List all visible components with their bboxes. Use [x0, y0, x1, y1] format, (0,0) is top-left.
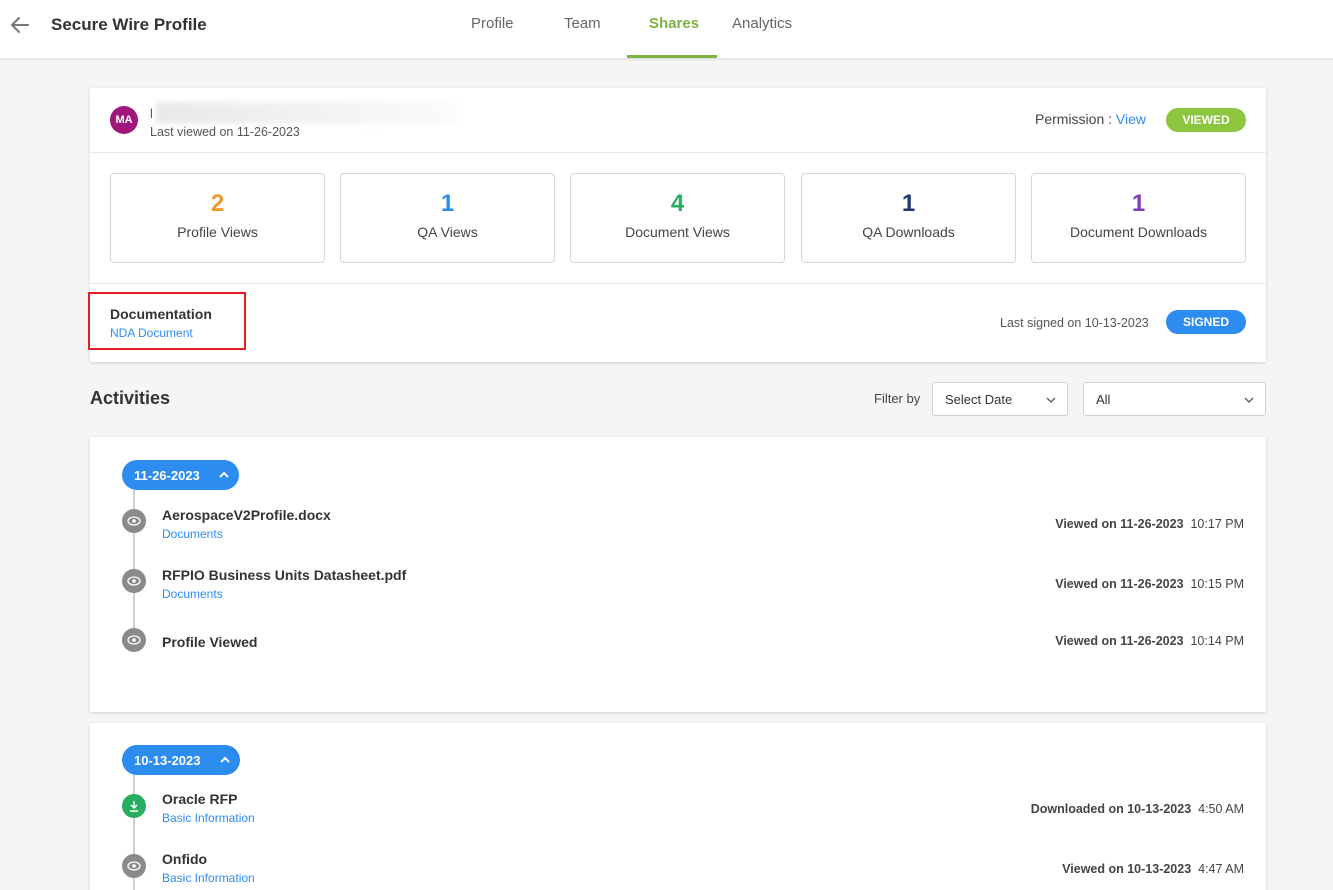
activity-item-title: Oracle RFP: [162, 791, 238, 807]
stat-label: QA Downloads: [862, 224, 955, 240]
date-group-label: 11-26-2023: [134, 468, 200, 483]
filter-label: Filter by: [874, 391, 921, 406]
chevron-down-icon: [1244, 397, 1254, 404]
activity-action: Viewed on 11-26-2023: [1055, 634, 1184, 648]
stat-document-views: 4 Document Views: [570, 173, 785, 263]
type-filter-value: All: [1096, 392, 1111, 407]
stat-label: Profile Views: [177, 224, 258, 240]
stat-document-downloads: 1 Document Downloads: [1031, 173, 1246, 263]
activity-item-category[interactable]: Documents: [162, 587, 223, 601]
activity-item-time: Downloaded on 10-13-2023 4:50 AM: [1031, 802, 1244, 816]
activities-heading: Activities: [90, 388, 171, 408]
activity-item-time: Viewed on 10-13-2023 4:47 AM: [1062, 862, 1244, 876]
chevron-up-icon: [220, 756, 230, 763]
activity-time: 4:47 AM: [1198, 862, 1244, 876]
tab-analytics[interactable]: Analytics: [732, 15, 792, 32]
chevron-down-icon: [1046, 397, 1056, 404]
permission: Permission : View: [1035, 111, 1146, 127]
chevron-up-icon: [219, 471, 229, 478]
activity-item-time: Viewed on 11-26-2023 10:15 PM: [1055, 577, 1244, 591]
stat-value: 1: [440, 190, 455, 217]
last-viewed-text: Last viewed on 11-26-2023: [150, 125, 300, 139]
tab-team[interactable]: Team: [564, 15, 601, 32]
last-signed-text: Last signed on 10-13-2023: [1000, 316, 1149, 330]
date-group-toggle[interactable]: 10-13-2023: [122, 745, 240, 775]
viewed-status-badge: VIEWED: [1166, 108, 1246, 132]
top-bar: Secure Wire Profile Profile Team Shares …: [0, 0, 1333, 58]
stat-qa-downloads: 1 QA Downloads: [801, 173, 1016, 263]
permission-label: Permission :: [1035, 111, 1113, 127]
stat-value: 4: [670, 190, 685, 217]
stat-qa-views: 1 QA Views: [340, 173, 555, 263]
active-tab-indicator: [627, 55, 717, 58]
divider: [90, 283, 1266, 284]
activity-item-title: Onfido: [162, 851, 208, 867]
documentation-title: Documentation: [110, 306, 212, 322]
date-filter-value: Select Date: [945, 392, 1013, 407]
activity-time: 10:14 PM: [1190, 634, 1244, 648]
eye-icon: [122, 854, 146, 878]
tab-shares[interactable]: Shares: [649, 15, 699, 32]
stat-label: Document Downloads: [1070, 224, 1207, 240]
stat-value: 2: [210, 190, 225, 217]
date-filter-select[interactable]: Select Date: [932, 382, 1068, 416]
nda-document-link[interactable]: NDA Document: [110, 326, 193, 340]
share-summary-card: MA l Last viewed on 11-26-2023 Permissio…: [88, 88, 1266, 362]
stat-value: 1: [1131, 190, 1146, 217]
activity-item-title: RFPIO Business Units Datasheet.pdf: [162, 567, 407, 583]
page-title: Secure Wire Profile: [51, 15, 207, 34]
activity-item-time: Viewed on 11-26-2023 10:17 PM: [1055, 517, 1244, 531]
avatar: MA: [110, 106, 138, 134]
stat-value: 1: [901, 190, 916, 217]
activity-item-category[interactable]: Documents: [162, 527, 223, 541]
stat-label: QA Views: [417, 224, 478, 240]
eye-icon: [122, 509, 146, 533]
activity-action: Viewed on 10-13-2023: [1062, 862, 1192, 876]
activity-action: Downloaded on 10-13-2023: [1030, 802, 1192, 816]
activity-time: 4:50 AM: [1198, 802, 1244, 816]
tab-profile[interactable]: Profile: [471, 15, 514, 32]
date-group-toggle[interactable]: 11-26-2023: [122, 460, 239, 490]
eye-icon: [122, 569, 146, 593]
user-name: l: [150, 106, 153, 121]
signed-status-badge: SIGNED: [1166, 310, 1246, 334]
redacted-name: [156, 102, 456, 124]
download-icon: [122, 794, 146, 818]
type-filter-select[interactable]: All: [1083, 382, 1266, 416]
activity-item-category[interactable]: Basic Information: [162, 871, 255, 885]
permission-link[interactable]: View: [1116, 111, 1146, 127]
activity-group: 10-13-2023 Oracle RFP Basic Information …: [90, 723, 1266, 890]
back-arrow-icon[interactable]: [8, 13, 32, 37]
activity-action: Viewed on 11-26-2023: [1055, 517, 1184, 531]
activity-time: 10:17 PM: [1190, 517, 1244, 531]
activity-action: Viewed on 11-26-2023: [1055, 577, 1184, 591]
date-group-label: 10-13-2023: [134, 753, 201, 768]
divider: [90, 152, 1266, 153]
activity-item-time: Viewed on 11-26-2023 10:14 PM: [1055, 634, 1244, 648]
activity-item-category[interactable]: Basic Information: [162, 811, 255, 825]
activity-time: 10:15 PM: [1190, 577, 1244, 591]
activity-item-title: Profile Viewed: [162, 634, 258, 650]
activity-group: 11-26-2023 AerospaceV2Profile.docx Docum…: [90, 437, 1266, 712]
activity-item-title: AerospaceV2Profile.docx: [162, 507, 331, 523]
eye-icon: [122, 628, 146, 652]
stat-label: Document Views: [625, 224, 730, 240]
stat-profile-views: 2 Profile Views: [110, 173, 325, 263]
